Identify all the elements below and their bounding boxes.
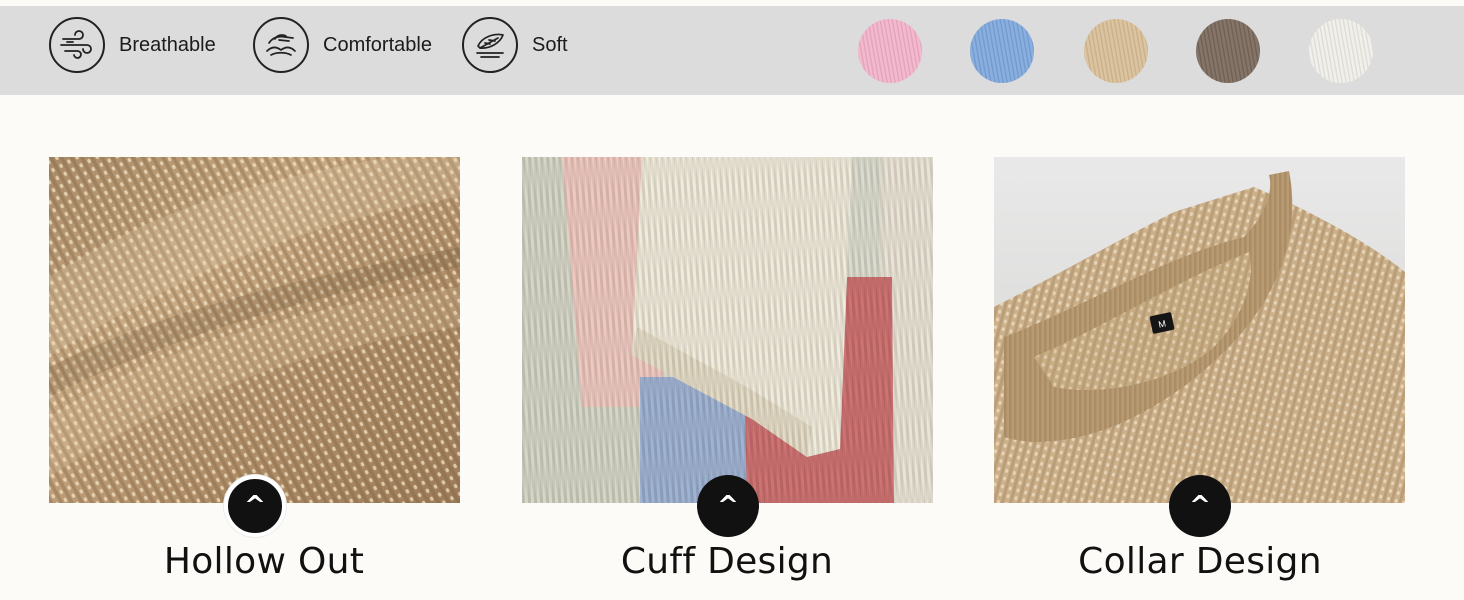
caption-collar-design: Collar Design	[1078, 541, 1322, 582]
feature-comfortable: Comfortable	[253, 16, 432, 74]
feather-icon	[462, 17, 518, 73]
feature-soft: Soft	[462, 16, 568, 74]
feature-label-breathable: Breathable	[119, 33, 216, 56]
collar-design-image: M	[994, 157, 1405, 503]
color-swatch-beige[interactable]	[1084, 19, 1148, 83]
expand-button-collar-design[interactable]: ^	[1169, 475, 1231, 537]
cuff-design-image	[522, 157, 933, 503]
feature-breathable: Breathable	[49, 16, 216, 74]
hollow-out-image	[49, 157, 460, 503]
feature-label-comfortable: Comfortable	[323, 33, 432, 56]
caption-hollow-out: Hollow Out	[163, 541, 365, 582]
color-swatch-white[interactable]	[1309, 19, 1373, 83]
expand-button-hollow-out[interactable]: ^	[224, 475, 286, 537]
color-swatch-brown[interactable]	[1196, 19, 1260, 83]
caption-cuff-design: Cuff Design	[620, 541, 834, 582]
color-swatch-blue[interactable]	[970, 19, 1034, 83]
feature-label-soft: Soft	[532, 33, 568, 56]
wind-icon	[49, 17, 105, 73]
color-swatch-pink[interactable]	[858, 19, 922, 83]
expand-button-cuff-design[interactable]: ^	[697, 475, 759, 537]
hand-cloud-icon	[253, 17, 309, 73]
